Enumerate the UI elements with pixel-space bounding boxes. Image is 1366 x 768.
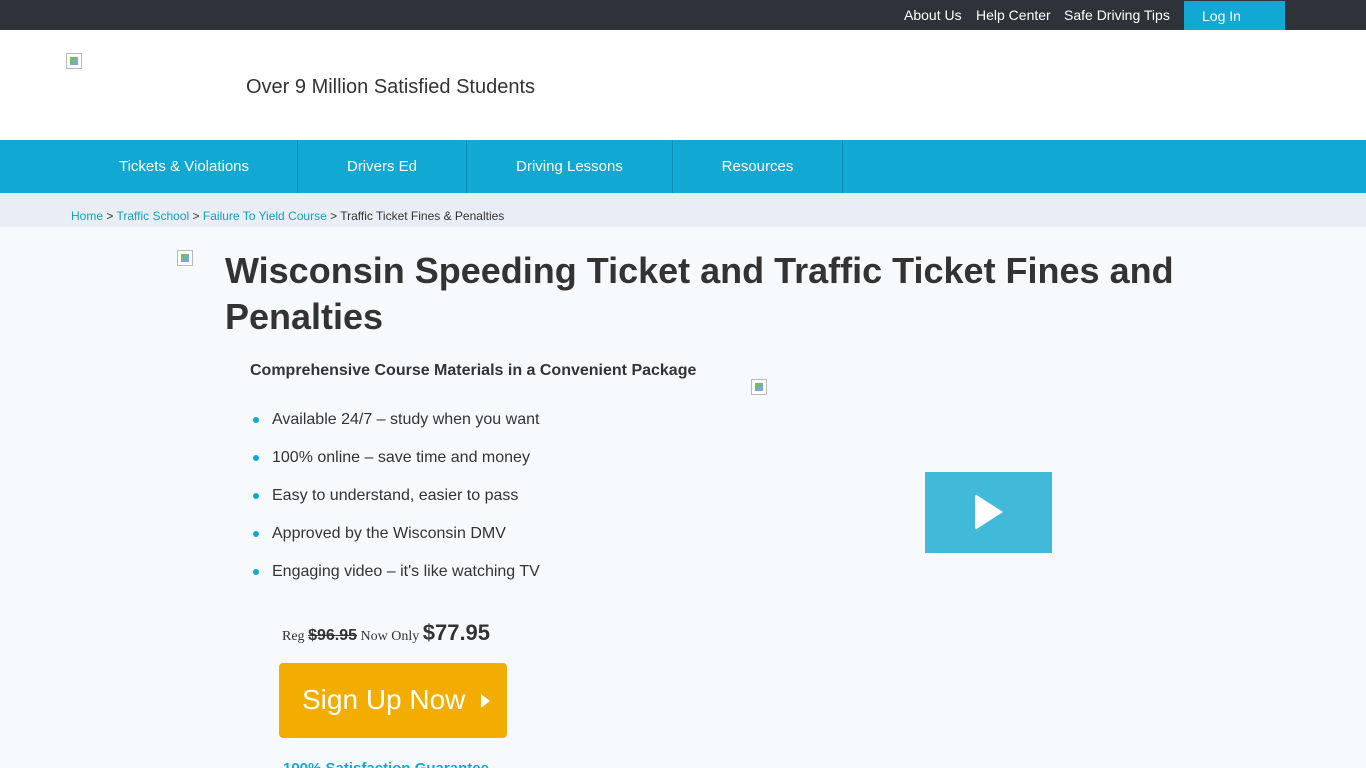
breadcrumb-bar: Home > Traffic School > Failure To Yield… <box>0 193 1366 227</box>
bullet-icon <box>253 531 259 537</box>
bullet-icon <box>253 417 259 423</box>
nav-resources[interactable]: Resources <box>673 140 843 193</box>
feature-item: Easy to understand, easier to pass <box>250 484 540 522</box>
top-bar: About Us Help Center Safe Driving Tips L… <box>0 0 1366 34</box>
regular-price: $96.95 <box>308 627 357 644</box>
video-play-button[interactable] <box>925 472 1052 553</box>
price-line: Reg $96.95 Now Only $77.95 <box>282 620 490 646</box>
page-title: Wisconsin Speeding Ticket and Traffic Ti… <box>225 250 1174 337</box>
now-label: Now Only <box>360 629 420 644</box>
bullet-icon <box>253 493 259 499</box>
feature-item: Approved by the Wisconsin DMV <box>250 522 540 560</box>
feature-text: Engaging video – it's like watching TV <box>272 563 540 580</box>
feature-item: Available 24/7 – study when you want <box>250 408 540 446</box>
feature-item: 100% online – save time and money <box>250 446 540 484</box>
site-logo[interactable] <box>66 53 82 69</box>
nav-drivers-ed[interactable]: Drivers Ed <box>298 140 467 193</box>
feature-text: Approved by the Wisconsin DMV <box>272 525 506 542</box>
nav-driving-lessons[interactable]: Driving Lessons <box>467 140 673 193</box>
sign-up-label: Sign Up Now <box>302 684 466 715</box>
feature-text: Easy to understand, easier to pass <box>272 487 519 504</box>
feature-text: Available 24/7 – study when you want <box>272 411 540 428</box>
reg-label: Reg <box>282 629 305 644</box>
feature-list: Available 24/7 – study when you want 100… <box>250 408 540 598</box>
satisfaction-guarantee-link[interactable]: 100% Satisfaction Guarantee <box>283 760 489 768</box>
breadcrumb-failure-to-yield[interactable]: Failure To Yield Course <box>203 209 327 223</box>
bullet-icon <box>253 455 259 461</box>
breadcrumb-current: Traffic Ticket Fines & Penalties <box>340 209 505 223</box>
state-badge-image <box>177 250 193 266</box>
caret-right-icon <box>481 694 490 708</box>
about-us-link[interactable]: About Us <box>904 7 962 23</box>
course-subhead: Comprehensive Course Materials in a Conv… <box>250 362 697 379</box>
course-video-image <box>751 379 767 395</box>
safe-driving-tips-link[interactable]: Safe Driving Tips <box>1064 7 1170 23</box>
breadcrumb-separator: > <box>330 209 338 223</box>
site-tagline: Over 9 Million Satisfied Students <box>246 76 536 98</box>
bullet-icon <box>253 569 259 575</box>
breadcrumb-separator: > <box>192 209 200 223</box>
feature-item: Engaging video – it's like watching TV <box>250 560 540 598</box>
breadcrumb-traffic-school[interactable]: Traffic School <box>117 209 190 223</box>
breadcrumb-home[interactable]: Home <box>71 209 103 223</box>
nav-tickets-violations[interactable]: Tickets & Violations <box>71 140 298 193</box>
breadcrumb-separator: > <box>106 209 114 223</box>
breadcrumb: Home > Traffic School > Failure To Yield… <box>71 209 504 223</box>
play-icon <box>975 494 1003 530</box>
main-nav: Tickets & Violations Drivers Ed Driving … <box>0 140 1366 193</box>
sign-up-button[interactable]: Sign Up Now <box>279 663 507 738</box>
feature-text: 100% online – save time and money <box>272 449 530 466</box>
sale-price: $77.95 <box>422 620 491 645</box>
site-header: Over 9 Million Satisfied Students <box>0 30 1366 140</box>
help-center-link[interactable]: Help Center <box>976 7 1051 23</box>
